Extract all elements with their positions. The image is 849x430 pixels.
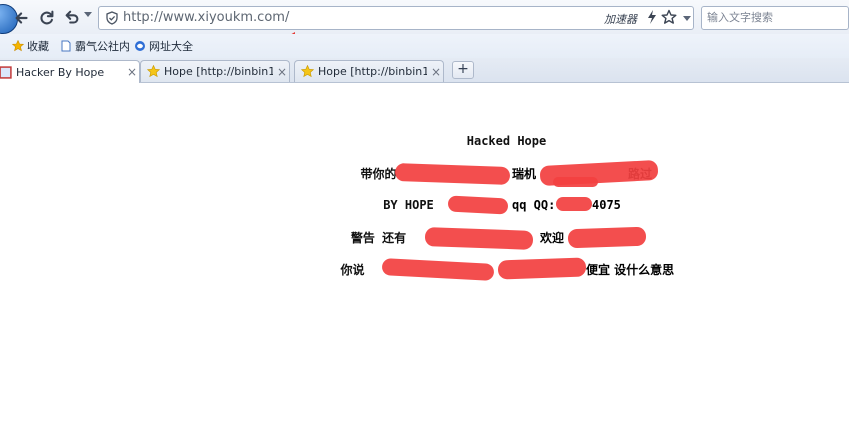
refresh-button[interactable] [37, 8, 57, 28]
tab-close-icon[interactable]: × [429, 65, 443, 79]
back-button[interactable] [12, 8, 32, 28]
tab-label: Hope [http://binbin111 [164, 65, 273, 78]
globe-icon [135, 41, 145, 51]
bookmark-commune[interactable]: 霸气公社内 [60, 37, 130, 55]
tab-strip: Hacker By Hope × Hope [http://binbin111 … [0, 58, 849, 83]
bookmark-star-icon[interactable] [661, 9, 677, 25]
star-favicon-icon [301, 65, 314, 78]
url-text[interactable]: http://www.xiyoukm.com/ [123, 10, 289, 25]
tab-hope-1[interactable]: Hope [http://binbin111 × [140, 60, 290, 82]
redaction-scribble [553, 177, 598, 187]
page-favicon-icon [0, 65, 12, 79]
favorites-star-icon [12, 40, 24, 52]
page-line-3-qq: qq QQ: [512, 198, 556, 212]
bookmark-label: 网址大全 [149, 40, 193, 53]
page-line-5-fragment: 便宜 设什么意思 [586, 263, 675, 277]
browser-toolbar: http://www.xiyoukm.com/ 加速器 输入文字搜索 [0, 0, 849, 34]
accelerator-button[interactable]: 加速器 [604, 11, 637, 27]
search-input[interactable]: 输入文字搜索 [701, 6, 849, 30]
undo-icon [65, 10, 79, 24]
tab-label: Hacker By Hope [16, 65, 105, 79]
bookmark-label: 收藏 [27, 40, 49, 53]
bookmarks-bar: 收藏 霸气公社内 网址大全 [0, 34, 849, 59]
address-bar[interactable]: http://www.xiyoukm.com/ 加速器 [98, 6, 694, 30]
redaction-scribble [497, 257, 587, 280]
page-title: Hacked Hope [466, 134, 547, 148]
tab-close-icon[interactable]: × [275, 65, 289, 79]
back-arrow-icon [15, 12, 28, 24]
redaction-scribble [424, 227, 534, 250]
redaction-scribble [556, 197, 592, 211]
address-dropdown-icon[interactable] [683, 16, 691, 21]
page-line-4: 警告 还有 [350, 231, 407, 245]
page-icon [61, 40, 71, 52]
redaction-scribble [567, 226, 647, 249]
page-line-4-fragment: 欢迎 [540, 231, 565, 245]
refresh-icon [40, 10, 54, 25]
page-line-2-fragment: 瑞机 [512, 167, 537, 181]
page-line-3: BY HOPE [383, 198, 434, 212]
page-line-3-num: 4075 [592, 198, 621, 212]
page-content: Hacked Hope 带你的 瑞机 路过 BY HOPE qq QQ: 407… [0, 83, 849, 430]
new-tab-button[interactable]: + [452, 61, 474, 79]
bookmark-label: 霸气公社内 [75, 40, 130, 53]
bookmark-url-directory[interactable]: 网址大全 [134, 37, 193, 55]
redaction-scribble [447, 195, 509, 215]
bookmark-favorites[interactable]: 收藏 [12, 37, 49, 55]
lightning-icon[interactable] [647, 10, 657, 24]
undo-button[interactable] [62, 8, 82, 28]
tab-close-icon[interactable]: × [125, 65, 139, 79]
tab-label: Hope [http://binbin111 [318, 65, 427, 78]
shield-icon [106, 11, 118, 25]
undo-dropdown-icon[interactable] [84, 12, 92, 17]
tab-hope-2[interactable]: Hope [http://binbin111 × [294, 60, 444, 82]
tab-hacker-by-hope[interactable]: Hacker By Hope × [0, 60, 140, 83]
star-favicon-icon [147, 65, 160, 78]
